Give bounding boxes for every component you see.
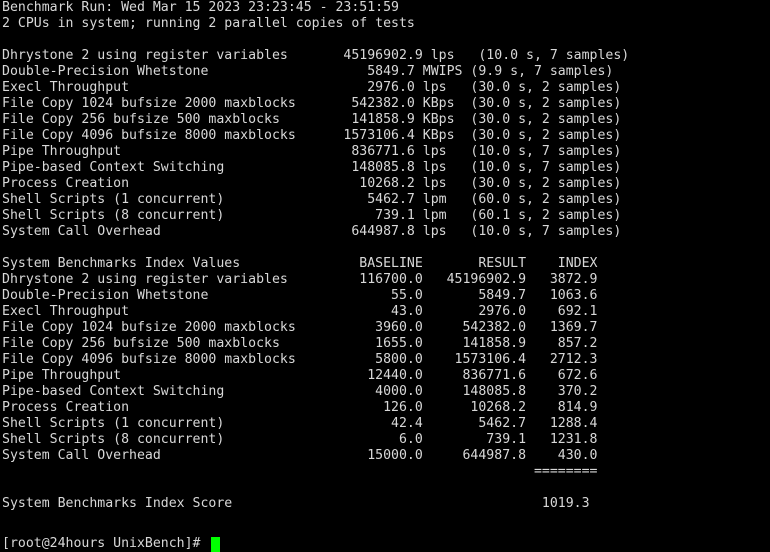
benchmark-run-line: Benchmark Run: Wed Mar 15 2023 23:23:45 …	[2, 0, 399, 15]
result-line: Pipe Throughput 836771.6 lps (10.0 s, 7 …	[2, 144, 622, 159]
command-prompt[interactable]: [root@24hours UnixBench]#	[2, 536, 770, 552]
result-line: System Call Overhead 644987.8 lps (10.0 …	[2, 224, 622, 239]
cursor-block[interactable]	[211, 536, 221, 552]
result-line: Dhrystone 2 using register variables 451…	[2, 48, 630, 63]
index-row: Process Creation 126.0 10268.2 814.9	[2, 400, 598, 415]
result-line: File Copy 1024 bufsize 2000 maxblocks 54…	[2, 96, 622, 111]
index-row: System Call Overhead 15000.0 644987.8 43…	[2, 448, 598, 463]
result-line: Execl Throughput 2976.0 lps (30.0 s, 2 s…	[2, 80, 622, 95]
result-line: Process Creation 10268.2 lps (30.0 s, 2 …	[2, 176, 622, 191]
index-row: File Copy 4096 bufsize 8000 maxblocks 58…	[2, 352, 598, 367]
index-row: File Copy 256 bufsize 500 maxblocks 1655…	[2, 336, 598, 351]
results-block: Dhrystone 2 using register variables 451…	[2, 48, 770, 240]
result-line: Shell Scripts (8 concurrent) 739.1 lpm (…	[2, 208, 622, 223]
index-row: File Copy 1024 bufsize 2000 maxblocks 39…	[2, 320, 598, 335]
index-row: Shell Scripts (1 concurrent) 42.4 5462.7…	[2, 416, 598, 431]
result-line: Shell Scripts (1 concurrent) 5462.7 lpm …	[2, 192, 622, 207]
index-separator: ========	[2, 464, 598, 479]
prompt-text: [root@24hours UnixBench]#	[2, 536, 209, 551]
result-line: File Copy 4096 bufsize 8000 maxblocks 15…	[2, 128, 622, 143]
index-row: Execl Throughput 43.0 2976.0 692.1	[2, 304, 598, 319]
result-line: File Copy 256 bufsize 500 maxblocks 1418…	[2, 112, 622, 127]
result-line: Pipe-based Context Switching 148085.8 lp…	[2, 160, 622, 175]
index-row: Pipe Throughput 12440.0 836771.6 672.6	[2, 368, 598, 383]
index-row: Dhrystone 2 using register variables 116…	[2, 272, 598, 287]
cpu-info-line: 2 CPUs in system; running 2 parallel cop…	[2, 16, 415, 31]
result-line: Double-Precision Whetstone 5849.7 MWIPS …	[2, 64, 614, 79]
index-table-header: System Benchmarks Index Values BASELINE …	[2, 256, 598, 271]
index-row: Shell Scripts (8 concurrent) 6.0 739.1 1…	[2, 432, 598, 447]
index-row: Pipe-based Context Switching 4000.0 1480…	[2, 384, 598, 399]
terminal-window[interactable]: Benchmark Run: Wed Mar 15 2023 23:23:45 …	[0, 0, 770, 552]
index-score-line: System Benchmarks Index Score 1019.3	[2, 496, 590, 511]
index-row: Double-Precision Whetstone 55.0 5849.7 1…	[2, 288, 598, 303]
index-table: System Benchmarks Index Values BASELINE …	[2, 256, 770, 480]
